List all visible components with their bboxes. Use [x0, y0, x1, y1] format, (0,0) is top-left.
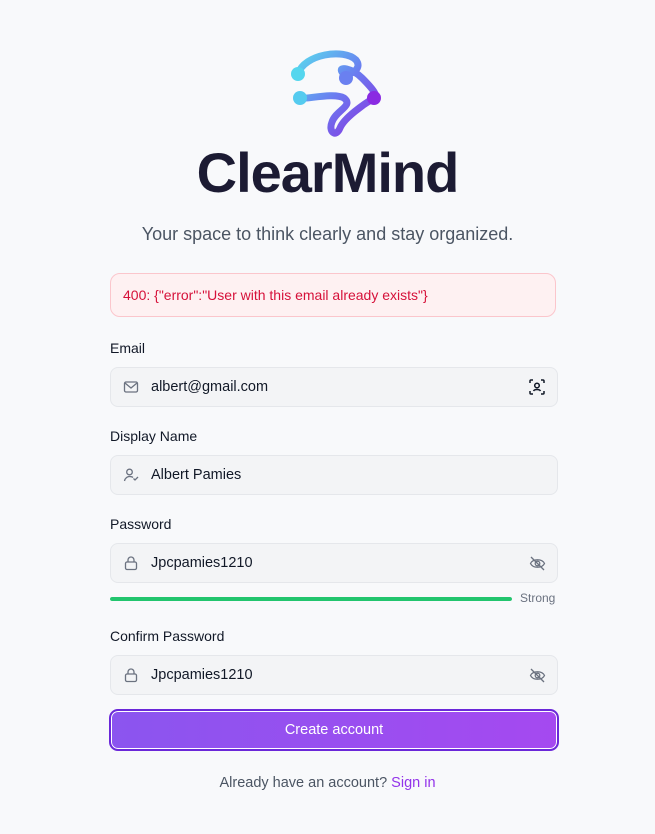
eye-off-icon[interactable]: [517, 555, 557, 572]
brand-wordmark: ClearMind: [196, 141, 460, 204]
password-field[interactable]: Jpcpamies1210: [110, 543, 558, 583]
sign-in-prompt-text: Already have an account?: [219, 775, 388, 791]
brand-logo-icon: [291, 50, 381, 137]
display-name-value[interactable]: Albert Pamies: [151, 467, 557, 483]
sign-in-prompt: Already have an account? Sign in: [0, 775, 655, 791]
contact-autofill-icon[interactable]: [517, 378, 557, 396]
tagline: Your space to think clearly and stay org…: [141, 224, 514, 244]
error-alert: 400: {"error":"User with this email alre…: [110, 273, 556, 317]
display-name-label: Display Name: [110, 428, 198, 444]
confirm-password-field[interactable]: Jpcpamies1210: [110, 655, 558, 695]
confirm-password-value[interactable]: Jpcpamies1210: [151, 667, 517, 683]
password-label: Password: [110, 516, 172, 532]
lock-icon: [111, 667, 151, 683]
password-strength-fill: [110, 597, 512, 601]
confirm-password-label: Confirm Password: [110, 628, 225, 644]
sign-in-link[interactable]: Sign in: [391, 775, 435, 791]
user-check-icon: [111, 467, 151, 483]
email-field[interactable]: albert@gmail.com: [110, 367, 558, 407]
email-value[interactable]: albert@gmail.com: [151, 379, 517, 395]
password-strength-bar: [110, 597, 512, 601]
eye-off-icon[interactable]: [517, 667, 557, 684]
lock-icon: [111, 555, 151, 571]
email-label: Email: [110, 340, 146, 356]
password-value[interactable]: Jpcpamies1210: [151, 555, 517, 571]
mail-icon: [111, 379, 151, 395]
password-strength-label: Strong: [520, 591, 556, 605]
create-account-button[interactable]: Create account: [109, 709, 559, 751]
display-name-field[interactable]: Albert Pamies: [110, 455, 558, 495]
error-message: 400: {"error":"User with this email alre…: [123, 287, 428, 303]
